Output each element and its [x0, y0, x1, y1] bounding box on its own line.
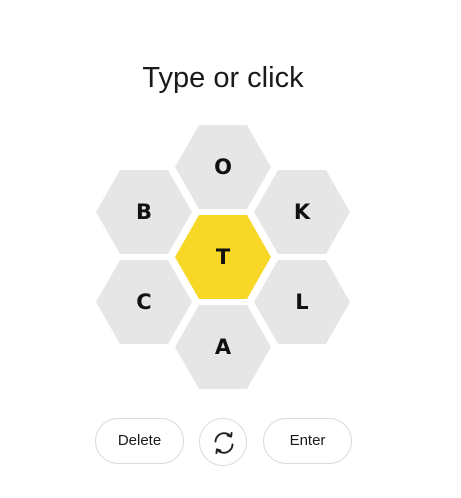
hex-upper-left[interactable]: B: [96, 170, 192, 254]
letter-hive: O B K T C L A: [0, 0, 461, 420]
hex-letter-lower-left: C: [136, 290, 152, 314]
shuffle-button[interactable]: [199, 418, 247, 466]
hex-bottom[interactable]: A: [175, 305, 271, 389]
delete-button[interactable]: Delete: [95, 418, 184, 464]
shuffle-icon: [214, 431, 234, 455]
enter-button[interactable]: Enter: [263, 418, 352, 464]
hex-letter-upper-left: B: [135, 200, 152, 224]
controls-bar: Delete Enter: [0, 418, 461, 466]
hex-lower-right[interactable]: L: [254, 260, 350, 344]
hex-letter-top: O: [214, 155, 232, 179]
hex-letter-center: T: [215, 245, 231, 269]
hex-lower-left[interactable]: C: [96, 260, 192, 344]
hex-letter-upper-right: K: [293, 200, 311, 224]
hex-letter-lower-right: L: [295, 290, 309, 314]
hex-letter-bottom: A: [214, 335, 232, 359]
hex-center[interactable]: T: [175, 215, 271, 299]
hex-upper-right[interactable]: K: [254, 170, 350, 254]
hex-top[interactable]: O: [175, 125, 271, 209]
